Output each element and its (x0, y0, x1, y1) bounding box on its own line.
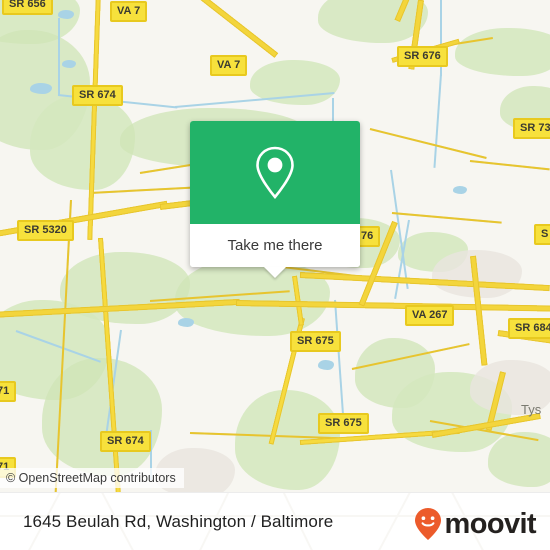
moovit-wordmark: moovit (444, 508, 537, 540)
road-shield-sr676[interactable]: SR 676 (397, 46, 448, 67)
take-me-there-button[interactable]: Take me there (190, 224, 360, 267)
card-pointer-tail (264, 267, 286, 278)
bottom-info-bar: 1645 Beulah Rd, Washington / Baltimore m… (0, 492, 550, 550)
road-shield-sr674[interactable]: SR 674 (100, 431, 151, 452)
road-shield-sr674[interactable]: SR 674 (72, 85, 123, 106)
road-shield-71[interactable]: 71 (0, 381, 17, 402)
map-green-area (318, 0, 428, 43)
road-shield-sr656[interactable]: SR 656 (2, 0, 53, 15)
road-shield-va267[interactable]: VA 267 (405, 305, 455, 326)
road-shield-sr684[interactable]: SR 684 (508, 318, 550, 339)
map-stream (433, 73, 442, 168)
road-shield-sr5320[interactable]: SR 5320 (17, 220, 74, 241)
moovit-brand[interactable]: moovit (413, 507, 537, 541)
road-shield-sr675[interactable]: SR 675 (318, 413, 369, 434)
location-pin-icon (256, 146, 294, 199)
map-stream (58, 18, 60, 96)
map-place-label: Tys (521, 402, 542, 417)
map-green-area (455, 28, 550, 76)
map-water-body (318, 360, 334, 370)
map-water-body (30, 83, 52, 94)
road-shield-va7[interactable]: VA 7 (210, 55, 248, 76)
road-shield-sr675[interactable]: SR 675 (290, 331, 341, 352)
map-road-minor (469, 160, 550, 171)
address-label: 1645 Beulah Rd, Washington / Baltimore (23, 512, 334, 531)
map-water-body (178, 318, 194, 327)
osm-attribution[interactable]: © OpenStreetMap contributors (0, 468, 184, 488)
map-water-body (453, 186, 467, 194)
take-me-there-label: Take me there (227, 237, 323, 254)
map-stream (334, 299, 345, 420)
card-image-area (190, 121, 360, 224)
map-water-body (62, 60, 76, 68)
moovit-smiley-pin-icon (414, 508, 441, 540)
screenshot-root: Trap Tys SR 656 VA 7 SR 676 VA 7 SR 674 … (0, 0, 550, 550)
road-shield-sr738[interactable]: SR 738 (513, 118, 550, 139)
road-shield-va7[interactable]: VA 7 (110, 1, 148, 22)
map-road-va7 (180, 0, 279, 58)
destination-card[interactable]: Take me there (190, 121, 360, 278)
map-road-minor (369, 128, 487, 160)
road-shield-partial[interactable]: S (534, 224, 550, 245)
map-water-body (58, 10, 74, 19)
map-green-area (488, 432, 550, 487)
map-canvas[interactable]: Trap Tys SR 656 VA 7 SR 676 VA 7 SR 674 … (0, 0, 550, 492)
